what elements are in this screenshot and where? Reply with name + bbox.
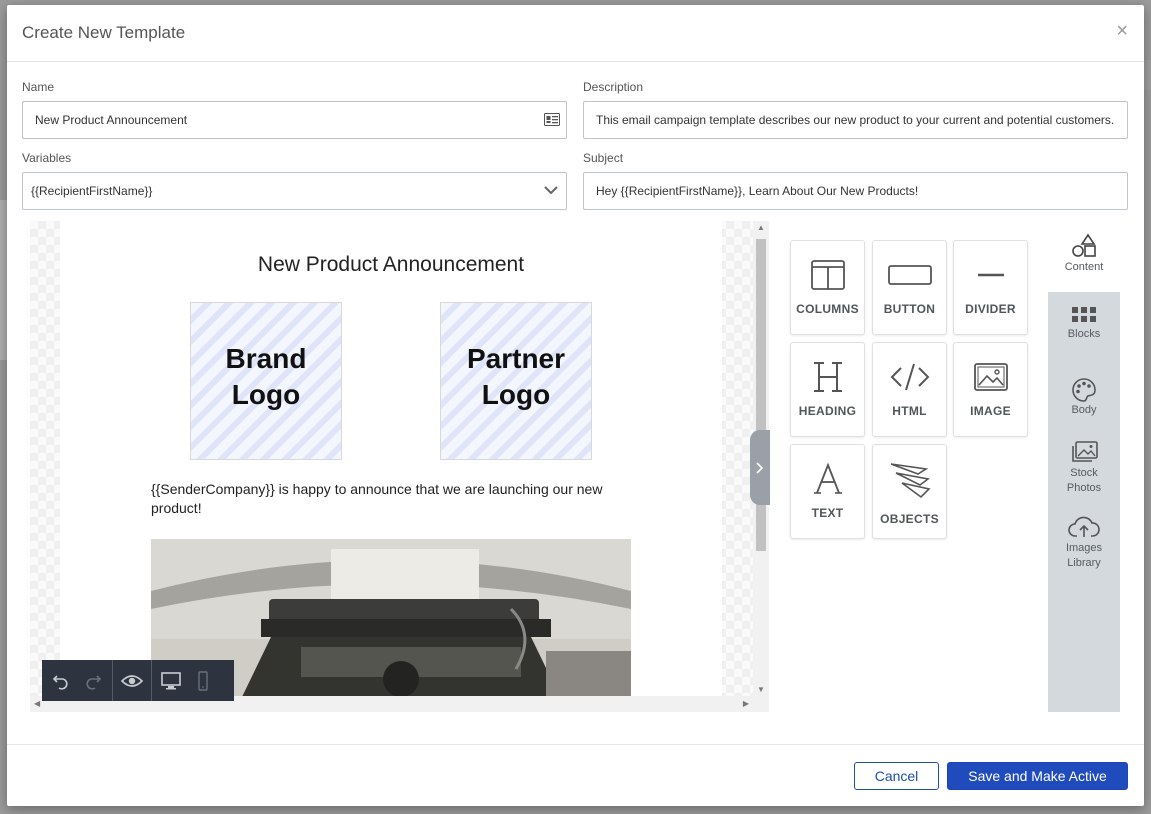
modal-footer: Cancel Save and Make Active xyxy=(7,744,1144,806)
cancel-button[interactable]: Cancel xyxy=(854,762,939,790)
tool-html-label: HTML xyxy=(892,404,927,418)
tool-text-label: TEXT xyxy=(811,506,844,520)
tab-content-label: Content xyxy=(1064,261,1104,273)
text-icon xyxy=(791,459,864,499)
partner-logo-image[interactable]: Partner Logo xyxy=(440,302,592,460)
background-panel-right xyxy=(1143,60,1151,90)
content-tools-panel: COLUMNS BUTTON DIVIDER HEADING HTML IMAG… xyxy=(770,221,1048,712)
modal-title: Create New Template xyxy=(22,23,186,42)
collapse-panel-button[interactable] xyxy=(750,430,770,505)
cloud-upload-icon xyxy=(1048,515,1120,539)
save-and-make-active-button[interactable]: Save and Make Active xyxy=(947,762,1128,790)
chevron-down-icon xyxy=(544,186,558,195)
tool-divider[interactable]: DIVIDER xyxy=(953,240,1028,335)
tool-heading-label: HEADING xyxy=(798,404,857,418)
variables-label: Variables xyxy=(22,151,72,165)
divider-icon xyxy=(954,255,1027,295)
tab-blocks-label: Blocks xyxy=(1067,328,1101,340)
mobile-icon[interactable] xyxy=(192,670,214,692)
objects-icon xyxy=(873,461,946,501)
editor-toolbar xyxy=(42,660,234,701)
email-heading[interactable]: New Product Announcement xyxy=(60,253,722,277)
tool-text[interactable]: TEXT xyxy=(790,444,865,539)
side-tab-panel: Content Blocks Body Stock Photos Images … xyxy=(1048,221,1120,712)
tool-objects-label: OBJECTS xyxy=(880,512,939,526)
preview-eye-icon[interactable] xyxy=(121,670,143,692)
tab-body[interactable]: Body xyxy=(1048,377,1120,427)
tab-blocks[interactable]: Blocks xyxy=(1048,305,1120,355)
subject-input[interactable]: Hey {{RecipientFirstName}}, Learn About … xyxy=(583,172,1128,210)
name-input-value: New Product Announcement xyxy=(35,113,188,127)
name-label: Name xyxy=(22,80,55,94)
tab-body-label: Body xyxy=(1071,404,1097,416)
create-template-modal: Create New Template × Name New Product A… xyxy=(7,5,1144,806)
image-icon xyxy=(954,357,1027,397)
tool-button[interactable]: BUTTON xyxy=(872,240,947,335)
tab-images-library[interactable]: Images Library xyxy=(1048,515,1120,581)
partner-logo-line2: Logo xyxy=(481,379,551,410)
description-label: Description xyxy=(583,80,644,94)
shapes-icon xyxy=(1048,221,1120,259)
brand-logo-image[interactable]: Brand Logo xyxy=(190,302,342,460)
modal-header: Create New Template × xyxy=(7,5,1144,62)
tab-images-library-line2: Library xyxy=(1067,557,1101,569)
name-input[interactable]: New Product Announcement xyxy=(22,101,567,139)
tool-html[interactable]: HTML xyxy=(872,342,947,437)
subject-label: Subject xyxy=(583,151,624,165)
description-input[interactable]: This email campaign template describes o… xyxy=(583,101,1128,139)
tool-divider-label: DIVIDER xyxy=(965,302,1016,316)
desktop-icon[interactable] xyxy=(160,670,182,692)
description-input-value: This email campaign template describes o… xyxy=(596,113,1115,127)
tab-stock-photos-line2: Photos xyxy=(1066,482,1102,494)
contact-card-icon[interactable] xyxy=(544,113,560,126)
tool-button-label: BUTTON xyxy=(883,302,936,316)
button-icon xyxy=(873,255,946,295)
variables-select-value: {{RecipientFirstName}} xyxy=(31,184,153,198)
tool-columns-label: COLUMNS xyxy=(796,302,859,316)
redo-icon[interactable] xyxy=(82,670,104,692)
brand-logo-line1: Brand xyxy=(225,343,307,374)
email-body[interactable]: New Product Announcement Brand Logo Part… xyxy=(60,221,722,699)
tab-images-library-line1: Images xyxy=(1065,542,1103,554)
email-editor-canvas[interactable]: New Product Announcement Brand Logo Part… xyxy=(30,221,769,712)
tool-image-label: IMAGE xyxy=(970,404,1011,418)
columns-icon xyxy=(791,255,864,295)
brand-logo-line2: Logo xyxy=(231,379,301,410)
tab-stock-photos-line1: Stock xyxy=(1070,467,1098,479)
photos-icon xyxy=(1048,440,1120,464)
close-button[interactable]: × xyxy=(1116,21,1128,41)
subject-input-value: Hey {{RecipientFirstName}}, Learn About … xyxy=(596,184,919,198)
tab-stock-photos[interactable]: Stock Photos xyxy=(1048,440,1120,506)
partner-logo-line1: Partner xyxy=(466,343,566,374)
heading-icon xyxy=(791,357,864,397)
chevron-right-icon xyxy=(756,461,764,474)
tab-content[interactable]: Content xyxy=(1048,221,1120,292)
variables-select[interactable]: {{RecipientFirstName}} xyxy=(22,172,567,210)
tool-columns[interactable]: COLUMNS xyxy=(790,240,865,335)
tool-heading[interactable]: HEADING xyxy=(790,342,865,437)
undo-icon[interactable] xyxy=(50,670,72,692)
tool-objects[interactable]: OBJECTS xyxy=(872,444,947,539)
announcement-text[interactable]: {{SenderCompany}} is happy to announce t… xyxy=(151,480,631,518)
html-icon xyxy=(873,357,946,397)
palette-icon xyxy=(1048,377,1120,403)
tool-image[interactable]: IMAGE xyxy=(953,342,1028,437)
grid-icon xyxy=(1048,305,1120,325)
